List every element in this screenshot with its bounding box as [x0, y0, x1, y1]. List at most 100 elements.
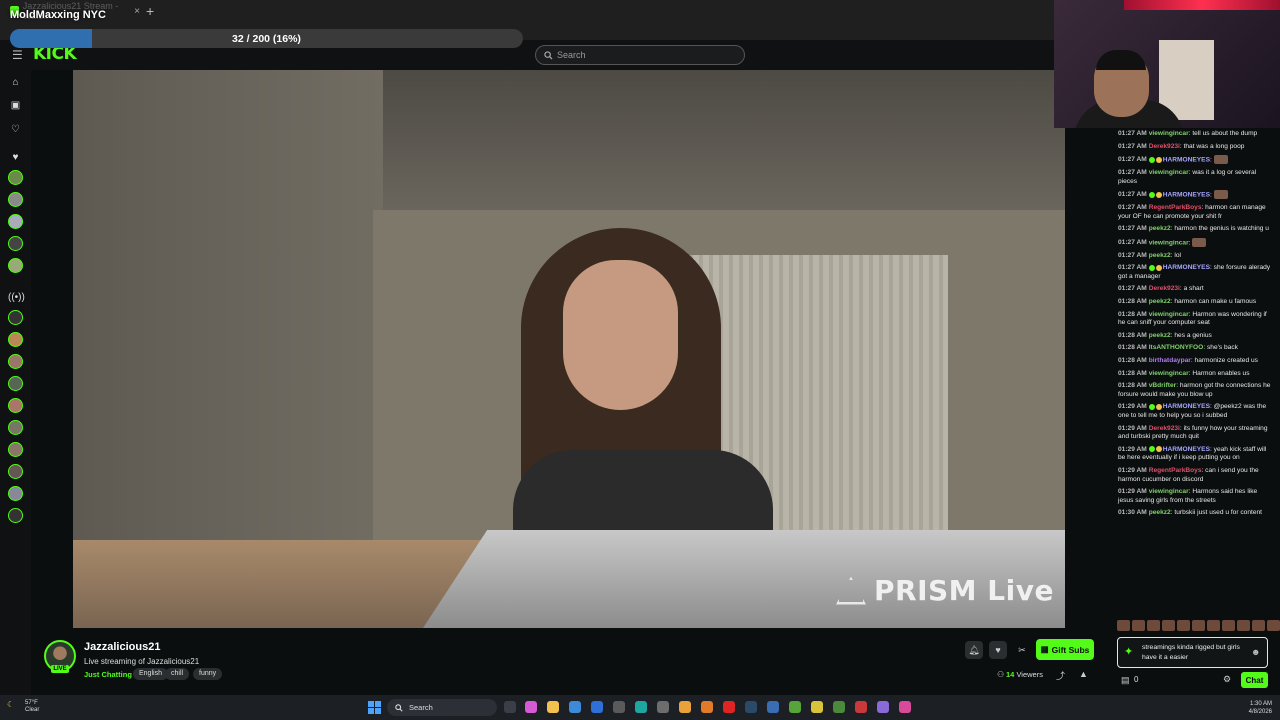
recommended-channel-avatar[interactable] — [8, 464, 23, 479]
edge-browser-icon[interactable] — [635, 701, 647, 713]
chat-username[interactable]: HARMONEYES — [1163, 191, 1210, 198]
chat-username[interactable]: viewingincar — [1149, 370, 1189, 377]
instagram-icon[interactable] — [899, 701, 911, 713]
followed-channel-avatar[interactable] — [8, 170, 23, 185]
emote-icon[interactable] — [1222, 620, 1235, 631]
report-warning-icon[interactable]: ▲ — [1079, 669, 1088, 679]
recommended-channel-avatar[interactable] — [8, 354, 23, 369]
chat-username[interactable]: Derek923i — [1149, 143, 1180, 150]
chat-username[interactable]: viewingincar — [1149, 130, 1189, 137]
followed-channel-avatar[interactable] — [8, 236, 23, 251]
stream-tag[interactable]: English — [133, 668, 168, 680]
hamburger-menu-icon[interactable]: ☰ — [12, 48, 24, 62]
emoji-picker-icon[interactable]: ☻ — [1251, 647, 1260, 657]
weather-moon-icon[interactable]: ☾ — [7, 700, 14, 709]
chat-send-button[interactable]: Chat — [1241, 672, 1268, 688]
chrome-icon[interactable] — [679, 701, 691, 713]
close-tab-icon[interactable]: × — [134, 6, 140, 17]
followed-channel-avatar[interactable] — [8, 258, 23, 273]
chat-username[interactable]: RegentParkBoys — [1149, 204, 1202, 211]
chat-sparkle-icon[interactable]: ✦ — [1124, 645, 1133, 658]
stream-tag[interactable]: funny — [193, 668, 223, 680]
mail-icon[interactable] — [569, 701, 581, 713]
follow-heart-button[interactable]: ♥ — [989, 641, 1007, 659]
streamer-name[interactable]: Jazzalicious21 — [84, 641, 160, 653]
emote-icon[interactable] — [1117, 620, 1130, 631]
search-input[interactable]: Search — [535, 45, 745, 65]
weather-widget[interactable]: 57°F Clear — [25, 700, 39, 714]
recommended-channel-avatar[interactable] — [8, 508, 23, 523]
app-icon[interactable] — [833, 701, 845, 713]
chat-username[interactable]: HARMONEYES — [1163, 264, 1210, 271]
emote-icon[interactable] — [1147, 620, 1160, 631]
stream-tag[interactable]: chill — [165, 668, 190, 680]
recommended-channel-avatar[interactable] — [8, 420, 23, 435]
taskbar-clock[interactable]: 1:30 AM 4/8/2026 — [1236, 700, 1272, 716]
chat-username[interactable]: peekz2 — [1149, 298, 1171, 305]
taskbar-search[interactable]: Search — [387, 699, 497, 716]
recommended-channel-avatar[interactable] — [8, 398, 23, 413]
file-explorer-icon[interactable] — [547, 701, 559, 713]
chat-username[interactable]: viewingincar — [1149, 239, 1189, 246]
calculator-icon[interactable] — [657, 701, 669, 713]
chat-username[interactable]: Derek923i — [1149, 425, 1180, 432]
xbox-icon[interactable] — [789, 701, 801, 713]
chat-settings-gear-icon[interactable]: ⚙ — [1223, 674, 1231, 685]
gift-subs-button[interactable]: ▦ Gift Subs — [1036, 639, 1094, 660]
youtube-icon[interactable] — [723, 701, 735, 713]
chat-username[interactable]: peekz2 — [1149, 225, 1171, 232]
steam-icon[interactable] — [745, 701, 757, 713]
copilot-icon[interactable] — [525, 701, 537, 713]
share-icon[interactable]: ⤴ — [1056, 669, 1065, 682]
obs-icon[interactable] — [855, 701, 867, 713]
channel-points-icon[interactable]: ▤ — [1121, 675, 1130, 686]
recommended-channel-avatar[interactable] — [8, 486, 23, 501]
recommended-channel-avatar[interactable] — [8, 310, 23, 325]
chat-username[interactable]: viewingincar — [1149, 488, 1189, 495]
chat-username[interactable]: viewingincar — [1149, 169, 1189, 176]
chat-username[interactable]: peekz2 — [1149, 252, 1171, 259]
favorites-heart-icon[interactable]: ♥ — [8, 150, 23, 165]
home-icon[interactable]: ⌂ — [8, 75, 23, 90]
emote-icon[interactable] — [1267, 620, 1280, 631]
recommended-channel-avatar[interactable] — [8, 442, 23, 457]
emote-icon[interactable] — [1132, 620, 1145, 631]
chat-username[interactable]: HARMONEYES — [1163, 446, 1210, 453]
facebook-icon[interactable] — [591, 701, 603, 713]
notes-icon[interactable] — [811, 701, 823, 713]
emote-icon[interactable] — [1207, 620, 1220, 631]
chat-username[interactable]: vBdrifter — [1149, 382, 1176, 389]
chat-username[interactable]: Derek923i — [1149, 285, 1180, 292]
chat-input-text[interactable]: streamings kinda rigged but girls have i… — [1142, 643, 1247, 662]
app-icon[interactable] — [877, 701, 889, 713]
following-icon[interactable]: ♡ — [8, 122, 23, 137]
windows-start-icon[interactable] — [368, 701, 381, 714]
followed-channel-avatar[interactable] — [8, 192, 23, 207]
emote-icon[interactable] — [1252, 620, 1265, 631]
chat-username[interactable]: viewingincar — [1149, 311, 1189, 318]
emote-icon[interactable] — [1177, 620, 1190, 631]
chat-username[interactable]: peekz2 — [1149, 332, 1171, 339]
recommended-channel-avatar[interactable] — [8, 376, 23, 391]
chat-username[interactable]: birthatdaypar — [1149, 357, 1191, 364]
browse-icon[interactable]: ▣ — [8, 98, 23, 113]
clip-icon[interactable]: ✂ — [1013, 641, 1031, 659]
stream-category[interactable]: Just Chatting — [84, 670, 132, 679]
new-tab-icon[interactable]: + — [146, 3, 154, 19]
chat-username[interactable]: RegentParkBoys — [1149, 467, 1202, 474]
emote-bar[interactable] — [1117, 620, 1280, 633]
chat-username[interactable]: ItsANTHONYFOO — [1149, 344, 1204, 351]
followed-channel-avatar[interactable] — [8, 214, 23, 229]
store-icon[interactable] — [613, 701, 625, 713]
emote-icon[interactable] — [1237, 620, 1250, 631]
emote-icon[interactable] — [1162, 620, 1175, 631]
recommended-channel-avatar[interactable] — [8, 332, 23, 347]
app-icon[interactable] — [767, 701, 779, 713]
vlc-icon[interactable] — [701, 701, 713, 713]
video-player[interactable]: PRISM Live — [73, 70, 1065, 628]
chat-username[interactable]: HARMONEYES — [1163, 156, 1210, 163]
notifications-bell-button[interactable]: 🔔︎ — [965, 641, 983, 659]
task-view-icon[interactable] — [504, 701, 516, 713]
emote-icon[interactable] — [1192, 620, 1205, 631]
chat-username[interactable]: HARMONEYES — [1163, 403, 1210, 410]
